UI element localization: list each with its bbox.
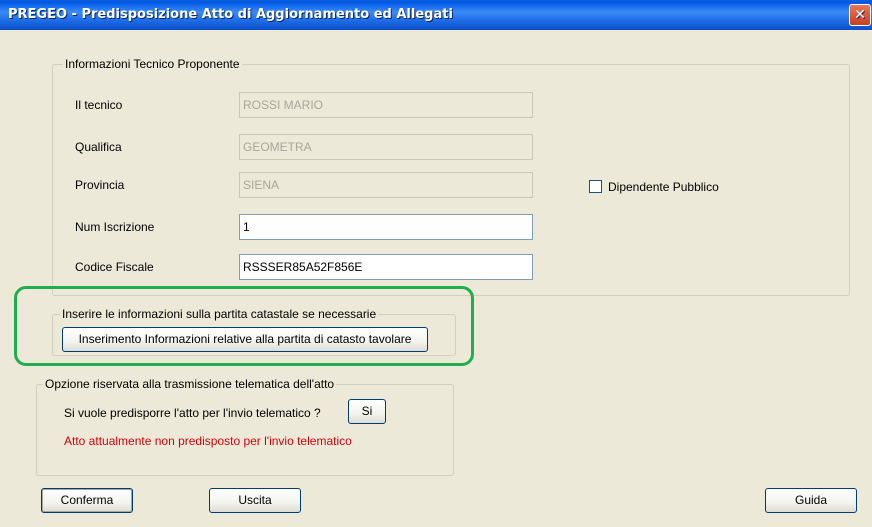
dipendente-pubblico-checkbox[interactable] [589,180,602,193]
tecnico-field[interactable]: ROSSI MARIO [239,92,533,118]
num-iscrizione-label: Num Iscrizione [75,220,155,234]
uscita-button[interactable]: Uscita [209,488,301,513]
telematica-status: Atto attualmente non predisposto per l'i… [64,434,352,448]
title-bar: PREGEO - Predisposizione Atto di Aggiorn… [0,0,872,30]
conferma-button[interactable]: Conferma [41,488,133,513]
close-button[interactable]: ✕ [849,4,871,26]
codice-fiscale-input[interactable]: RSSSER85A52F856E [239,254,533,280]
num-iscrizione-input[interactable]: 1 [239,214,533,240]
close-icon: ✕ [854,7,866,23]
qualifica-label: Qualifica [75,140,122,154]
telematica-question: Si vuole predisporre l'atto per l'invio … [64,406,321,420]
tecnico-label: Il tecnico [75,98,123,112]
guida-button[interactable]: Guida [765,488,857,513]
tecnico-group-legend: Informazioni Tecnico Proponente [63,57,242,71]
dipendente-pubblico-label: Dipendente Pubblico [608,180,719,194]
si-button[interactable]: Si [348,399,386,424]
qualifica-field[interactable]: GEOMETRA [239,134,533,160]
codice-fiscale-label: Codice Fiscale [75,260,154,274]
telematica-group-legend: Opzione riservata alla trasmissione tele… [43,377,337,391]
provincia-label: Provincia [75,178,125,192]
window-title: PREGEO - Predisposizione Atto di Aggiorn… [8,7,453,22]
provincia-field[interactable]: SIENA [239,172,533,198]
telematica-group [36,384,454,476]
dialog-body: Informazioni Tecnico Proponente Il tecni… [0,30,872,527]
highlight-frame [14,286,474,366]
